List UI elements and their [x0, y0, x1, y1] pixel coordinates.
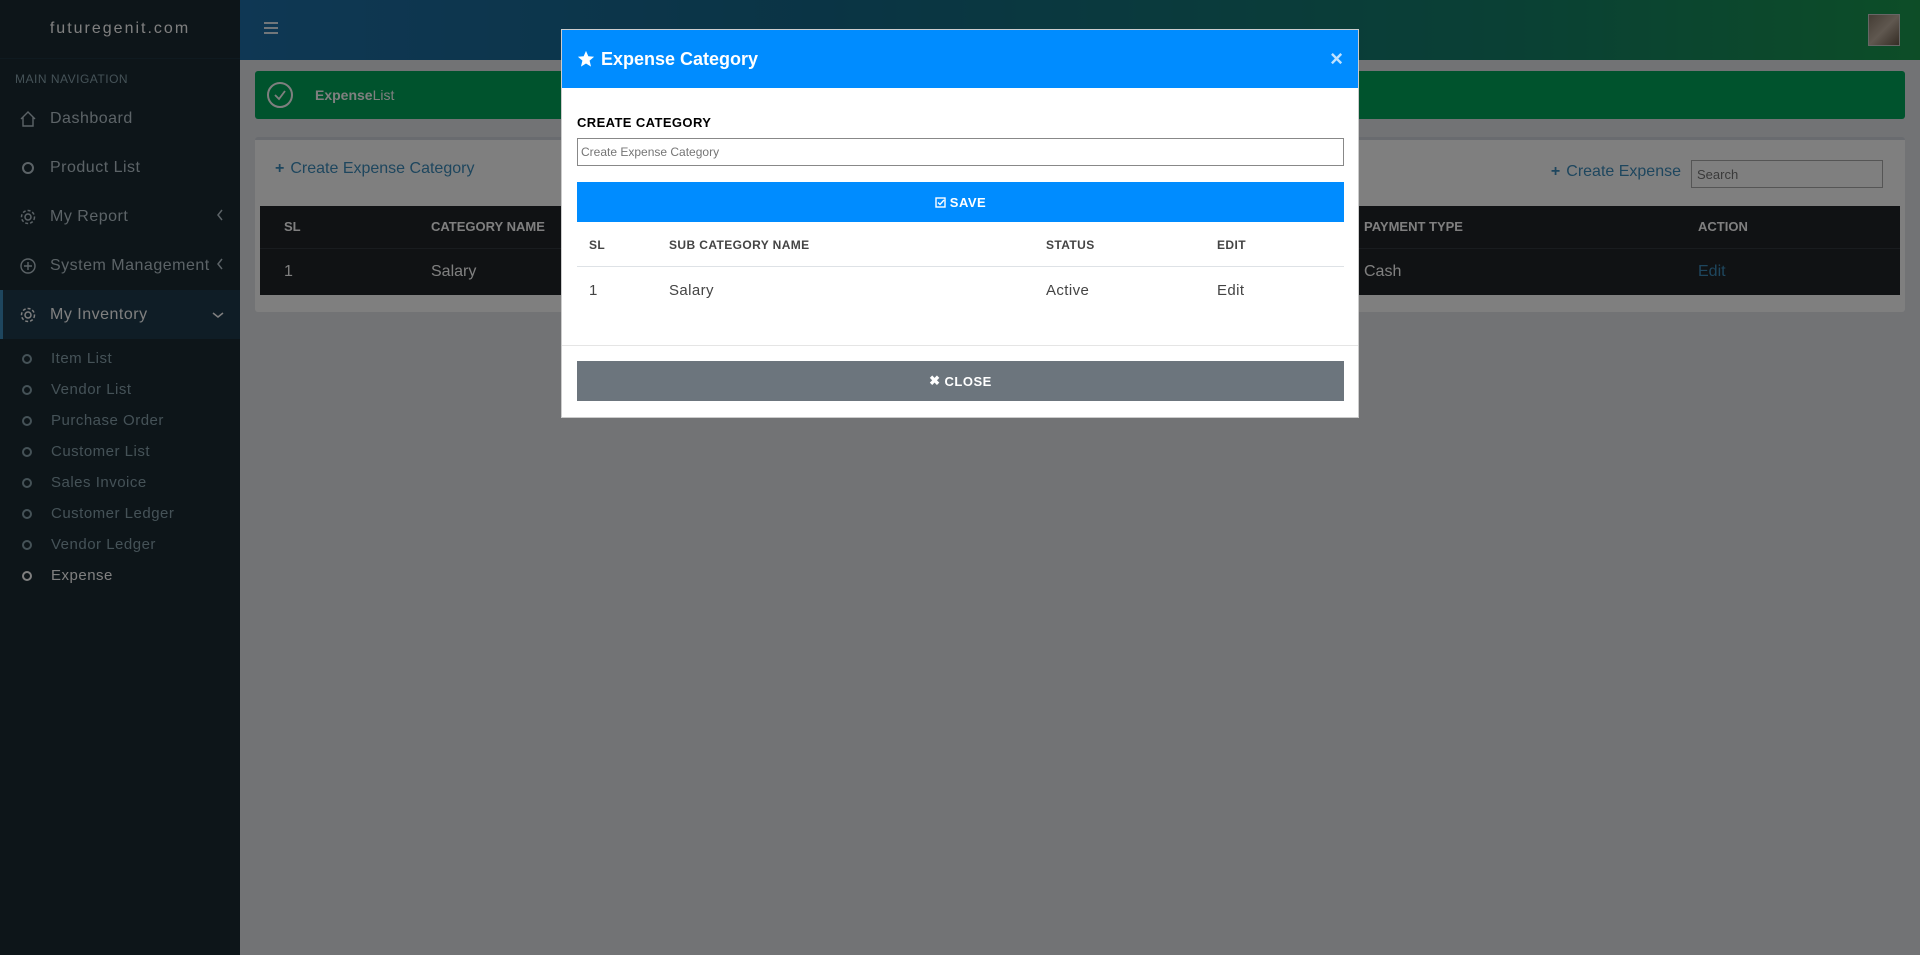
check-square-icon [935, 196, 946, 208]
expense-category-modal: Expense Category × CREATE CATEGORY SAVE … [561, 29, 1359, 418]
edit-link[interactable]: Edit [1217, 266, 1344, 314]
column-header-sub-category-name: SUB CATEGORY NAME [669, 224, 1046, 267]
cell-sl: 1 [589, 281, 598, 299]
cell-status: Active [1046, 281, 1090, 299]
create-category-label: CREATE CATEGORY [577, 115, 712, 130]
column-header-sl: SL [577, 224, 669, 267]
modal-header: Expense Category × [562, 30, 1358, 88]
table-header-row: SL SUB CATEGORY NAME STATUS EDIT [577, 224, 1344, 267]
close-button-label: CLOSE [944, 373, 992, 389]
close-icon[interactable]: × [1330, 46, 1343, 72]
close-button[interactable]: ✖ CLOSE [577, 361, 1344, 401]
column-header-edit: EDIT [1217, 224, 1344, 267]
times-icon: ✖ [929, 373, 941, 388]
save-button-label: SAVE [949, 194, 987, 210]
column-header-status: STATUS [1046, 224, 1217, 267]
star-icon [577, 50, 595, 68]
modal-footer: ✖ CLOSE [562, 345, 1358, 416]
sub-category-table: SL SUB CATEGORY NAME STATUS EDIT 1 Salar… [577, 224, 1344, 314]
modal-body: CREATE CATEGORY SAVE SL SUB CATEGORY NAM… [562, 88, 1358, 314]
modal-title: Expense Category [601, 48, 759, 69]
table-row: 1 Salary Active Edit [577, 266, 1344, 314]
create-category-input[interactable] [577, 138, 1344, 166]
cell-sub-category-name: Salary [669, 281, 714, 299]
save-button[interactable]: SAVE [577, 182, 1344, 222]
